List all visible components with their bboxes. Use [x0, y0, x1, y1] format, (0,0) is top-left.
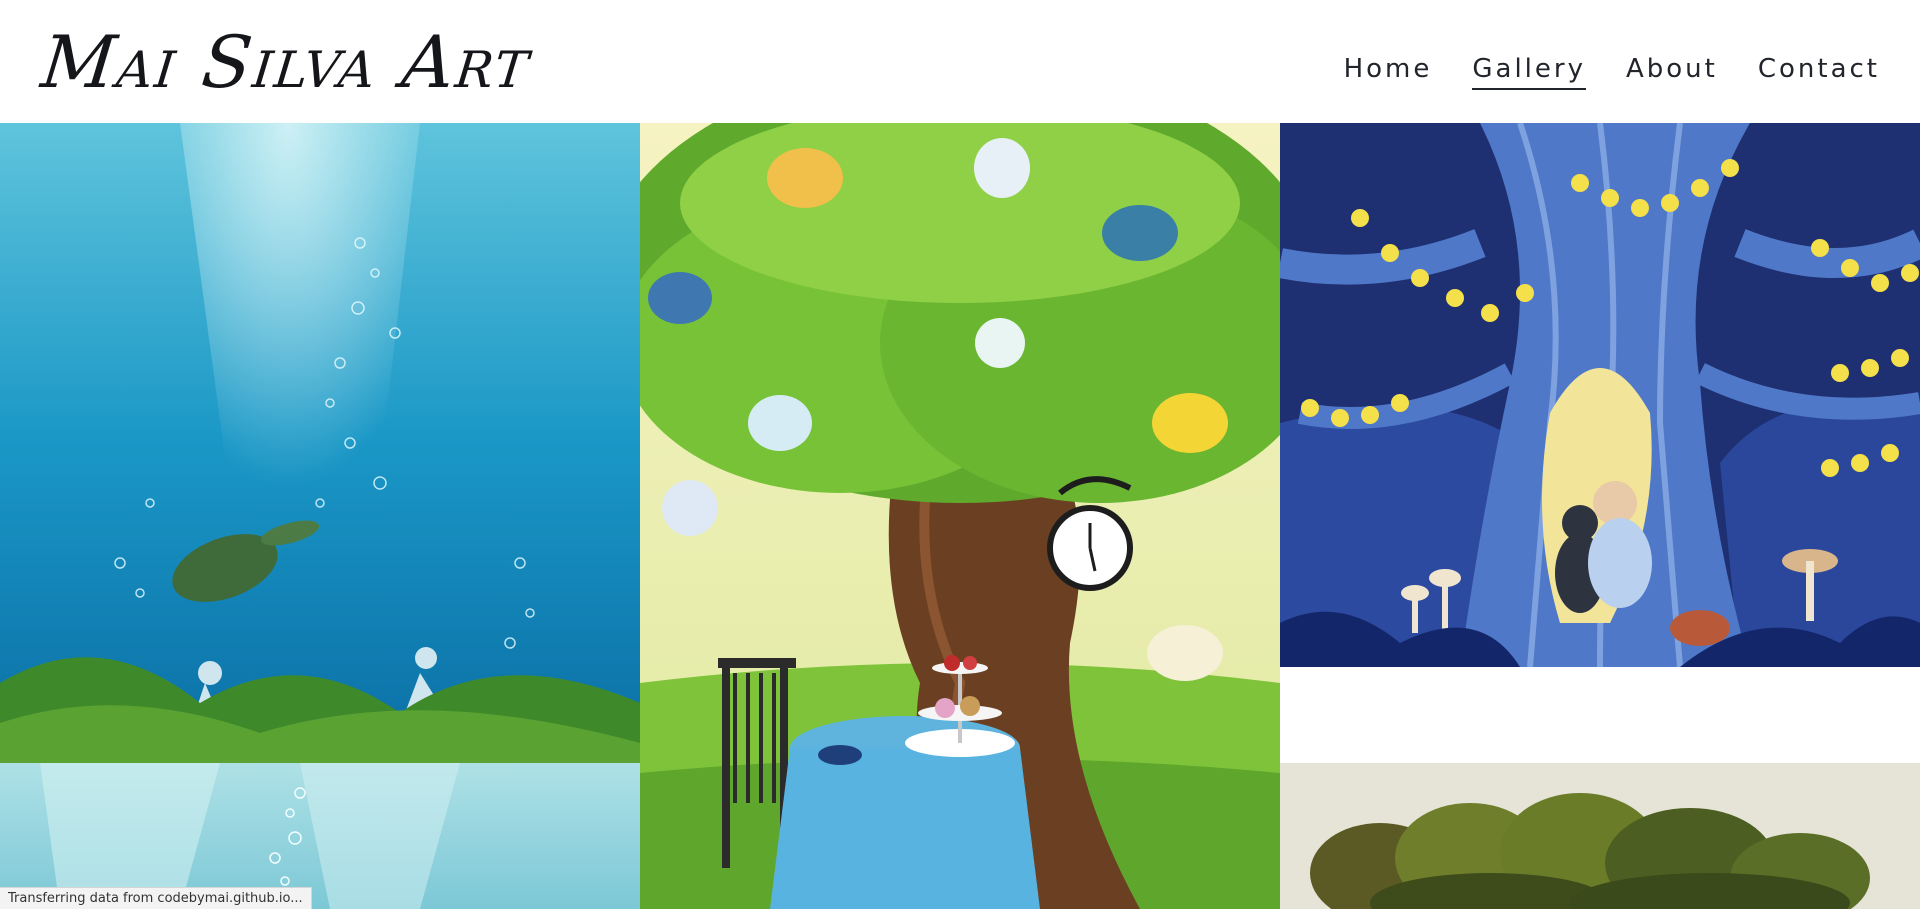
nav-about-link[interactable]: About — [1626, 52, 1718, 90]
main-nav: Home Gallery About Contact — [1344, 52, 1880, 90]
nav-gallery-link[interactable]: Gallery — [1472, 52, 1586, 90]
night-tree-painting — [1280, 123, 1920, 667]
nav-contact-link[interactable]: Contact — [1758, 52, 1880, 90]
teapot-tree-painting — [640, 123, 1280, 909]
gallery-image-ocean-turtles[interactable] — [0, 123, 640, 763]
gallery-image-night-tree[interactable] — [1280, 123, 1920, 667]
site-header: Mai Silva Art Home Gallery About Contact — [0, 0, 1920, 123]
nav-home-link[interactable]: Home — [1344, 52, 1433, 90]
browser-status-bar: Transferring data from codebymai.github.… — [0, 887, 312, 909]
site-logo[interactable]: Mai Silva Art — [37, 14, 536, 110]
gallery-image-treetops[interactable] — [1280, 763, 1920, 909]
gallery-image-teapot-tree[interactable] — [640, 123, 1280, 909]
treetops-painting — [1280, 763, 1920, 909]
ocean-painting — [0, 123, 640, 763]
